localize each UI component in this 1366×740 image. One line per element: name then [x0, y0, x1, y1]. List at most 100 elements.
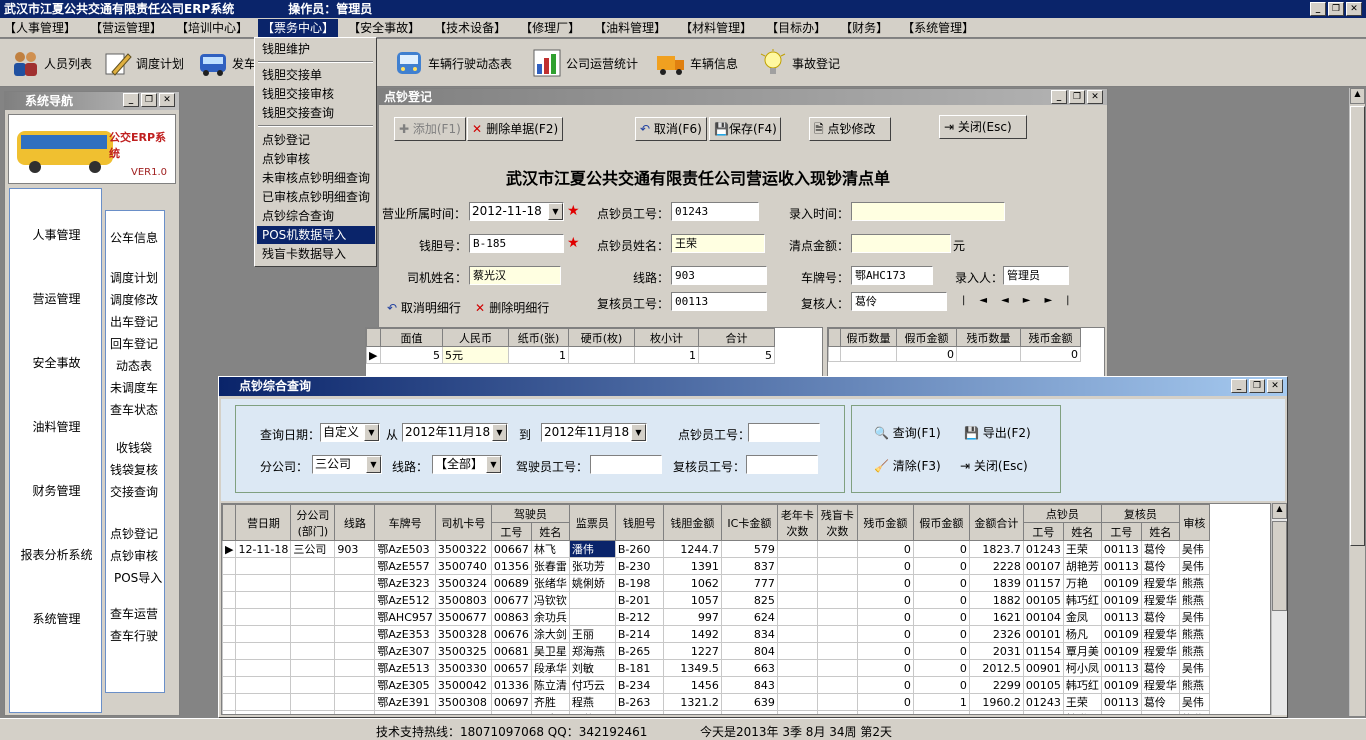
- column-header[interactable]: 枚小计: [634, 328, 699, 347]
- counting-restore-button[interactable]: ❐: [1069, 90, 1085, 104]
- table-row[interactable]: 00: [828, 346, 1081, 362]
- toolbar-accident-register[interactable]: 事故登记: [758, 45, 840, 81]
- menu-operations[interactable]: 【营运管理】: [86, 19, 166, 37]
- table-row[interactable]: 鄂AzE512 3500803 00677 冯钦钦 B-201 1057 825 0 0 1882…: [222, 591, 1210, 609]
- toolbar-dispatch-plan[interactable]: 调度计划: [102, 45, 184, 81]
- column-header[interactable]: 司机卡号: [434, 504, 492, 541]
- nav-item[interactable]: 收钱袋: [116, 439, 152, 456]
- entry-time-field[interactable]: [851, 202, 1005, 221]
- toolbar-staff-list[interactable]: 人员列表: [10, 45, 92, 81]
- column-header[interactable]: 残币数量: [956, 328, 1021, 347]
- first-record-icon[interactable]: |◄: [962, 295, 1001, 306]
- route-select[interactable]: 【全部】 ▼: [432, 455, 502, 474]
- scroll-thumb[interactable]: [1272, 521, 1287, 611]
- scroll-thumb[interactable]: [1350, 106, 1365, 546]
- menu-system[interactable]: 【系统管理】: [898, 19, 978, 37]
- column-header[interactable]: 线路: [334, 504, 376, 541]
- counter-id-field[interactable]: 01243: [671, 202, 759, 221]
- nav-operations[interactable]: 营运管理: [10, 290, 103, 307]
- query-minimize-button[interactable]: _: [1231, 379, 1247, 393]
- reviewer-field[interactable]: 葛伶: [851, 292, 947, 311]
- reviewer-id-field[interactable]: 00113: [671, 292, 767, 311]
- column-header[interactable]: IC卡金额: [720, 504, 778, 541]
- menu-item[interactable]: 钱胆交接审核: [257, 85, 375, 103]
- clear-button[interactable]: 🧹 清除(F3): [874, 457, 941, 474]
- nav-minimize-button[interactable]: _: [123, 93, 139, 107]
- scroll-up-icon[interactable]: ▲: [1272, 503, 1287, 519]
- menu-training[interactable]: 【培训中心】: [172, 19, 252, 37]
- table-row[interactable]: 鄂AzE307 3500325 00681 吴卫星 郑海燕 B-265 1227 804 0 0 2…: [222, 642, 1210, 660]
- table-row[interactable]: 鄂AzE391 3500308 00697 齐胜 程燕 B-263 1321.2 639 0 1 1…: [222, 693, 1210, 711]
- nav-item[interactable]: 点钞登记: [110, 525, 158, 542]
- chevron-down-icon[interactable]: ▼: [548, 203, 563, 220]
- nav-item[interactable]: 交接查询: [110, 483, 158, 500]
- column-header[interactable]: 残币金额: [1020, 328, 1081, 347]
- menu-hr[interactable]: 【人事管理】: [0, 19, 80, 37]
- nav-item[interactable]: 查车状态: [110, 401, 158, 418]
- menu-item[interactable]: 钱胆维护: [257, 40, 375, 58]
- nav-finance[interactable]: 财务管理: [10, 482, 103, 499]
- counting-minimize-button[interactable]: _: [1051, 90, 1067, 104]
- close-form-button[interactable]: ⇥ 关闭(Esc): [939, 115, 1027, 139]
- table-row[interactable]: 鄂AzE557 3500740 01356 张春雷 张功芳 B-230 1391 837 0 0 2…: [222, 557, 1210, 575]
- sub-column-header[interactable]: 工号: [490, 522, 532, 541]
- counting-close-button[interactable]: ✕: [1087, 90, 1103, 104]
- nav-item[interactable]: 查车行驶: [110, 627, 158, 644]
- column-header[interactable]: 假币金额: [912, 504, 970, 541]
- sub-column-header[interactable]: 工号: [1022, 522, 1064, 541]
- column-header[interactable]: 金额合计: [968, 504, 1024, 541]
- add-button[interactable]: ✚ 添加(F1): [394, 117, 466, 141]
- plate-field[interactable]: 鄂AHC173: [851, 266, 933, 285]
- chevron-down-icon[interactable]: ▼: [492, 424, 507, 441]
- entered-by-field[interactable]: 管理员: [1003, 266, 1069, 285]
- query-button[interactable]: 🔍 查询(F1): [874, 424, 941, 441]
- nav-fuel[interactable]: 油料管理: [10, 418, 103, 435]
- column-header[interactable]: 残币金额: [856, 504, 914, 541]
- query-results-grid[interactable]: 营日期 分公司(部门) 线路 车牌号 司机卡号 驾驶员 监票员 钱胆号 钱胆金额 IC卡金额 老年卡…: [221, 503, 1271, 715]
- nav-restore-button[interactable]: ❐: [141, 93, 157, 107]
- count-amount-field[interactable]: [851, 234, 951, 253]
- nav-item[interactable]: 点钞审核: [110, 547, 158, 564]
- menu-target[interactable]: 【目标办】: [762, 19, 830, 37]
- nav-item[interactable]: 回车登记: [110, 335, 158, 352]
- next-record-icon[interactable]: ►: [1023, 295, 1045, 306]
- close-button[interactable]: ✕: [1346, 2, 1362, 16]
- column-header[interactable]: 人民币: [442, 328, 509, 347]
- menu-item[interactable]: 钱胆交接查询: [257, 104, 375, 122]
- menu-item[interactable]: 已审核点钞明细查询: [257, 188, 375, 206]
- sub-column-header[interactable]: 姓名: [530, 522, 570, 541]
- menu-fuel[interactable]: 【油料管理】: [590, 19, 670, 37]
- column-header[interactable]: 车牌号: [374, 504, 436, 541]
- column-header[interactable]: 点钞员: [1022, 504, 1102, 523]
- nav-item[interactable]: 查车运营: [110, 605, 158, 622]
- menu-item-selected[interactable]: POS机数据导入: [257, 226, 375, 244]
- menu-safety[interactable]: 【安全事故】: [344, 19, 424, 37]
- menu-item[interactable]: 残盲卡数据导入: [257, 245, 375, 263]
- record-navigator[interactable]: |◄◄►►|: [962, 295, 1084, 306]
- from-date-picker[interactable]: 2012年11月18日 ▼: [402, 423, 508, 442]
- menu-repair[interactable]: 【修理厂】: [516, 19, 584, 37]
- scroll-up-icon[interactable]: ▲: [1350, 88, 1365, 104]
- column-header[interactable]: 驾驶员: [490, 504, 570, 523]
- nav-close-button[interactable]: ✕: [159, 93, 175, 107]
- nav-item[interactable]: POS导入: [114, 569, 162, 586]
- query-counter-id-field[interactable]: [748, 423, 820, 442]
- save-button[interactable]: 💾保存(F4): [709, 117, 781, 141]
- menu-material[interactable]: 【材料管理】: [676, 19, 756, 37]
- nav-system[interactable]: 系统管理: [10, 610, 103, 627]
- menu-ticketing[interactable]: 【票务中心】: [258, 18, 339, 37]
- toolbar-vehicle-dynamics[interactable]: 车辆行驶动态表: [394, 45, 512, 81]
- nav-safety[interactable]: 安全事故: [10, 354, 103, 371]
- chevron-down-icon[interactable]: ▼: [364, 424, 379, 441]
- query-close-form-button[interactable]: ⇥ 关闭(Esc): [960, 457, 1028, 474]
- cancel-button[interactable]: ↶ 取消(F6): [635, 117, 707, 141]
- nav-item[interactable]: 调度计划: [110, 269, 158, 286]
- column-header[interactable]: 监票员: [568, 504, 616, 541]
- nav-reports[interactable]: 报表分析系统: [10, 546, 103, 563]
- column-header[interactable]: 审核: [1178, 504, 1210, 541]
- column-header[interactable]: 合计: [698, 328, 775, 347]
- prev-record-icon[interactable]: ◄: [1001, 295, 1023, 306]
- column-header[interactable]: 面值: [380, 328, 443, 347]
- biz-time-picker[interactable]: 2012-11-18 ▼: [469, 202, 564, 221]
- chevron-down-icon[interactable]: ▼: [486, 456, 501, 473]
